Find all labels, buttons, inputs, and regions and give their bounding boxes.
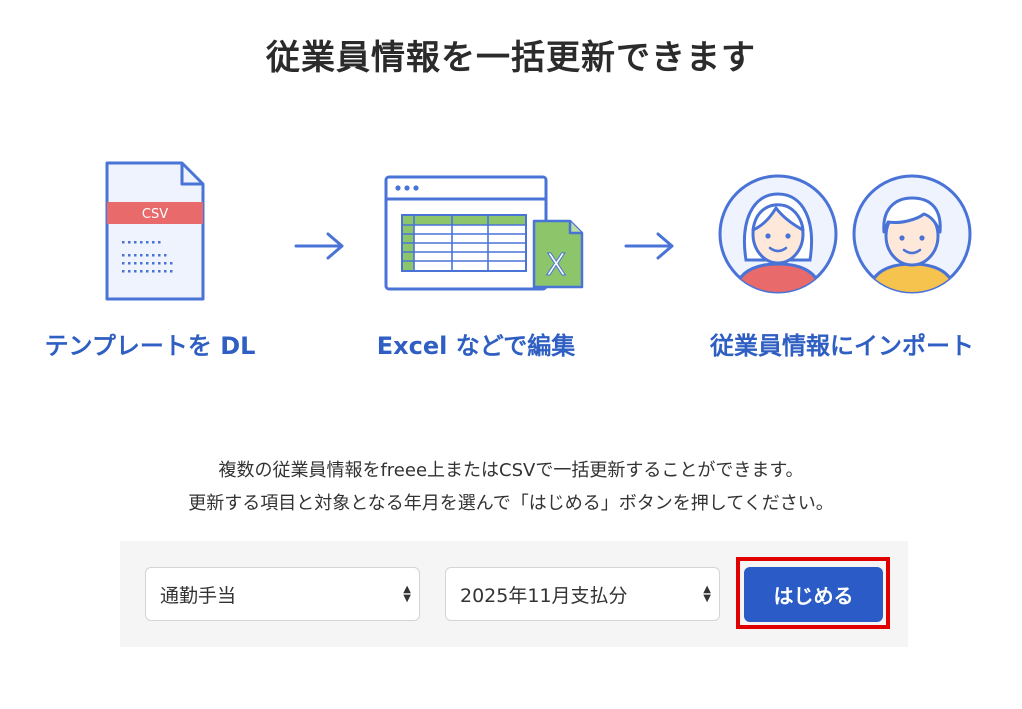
step-label-download: テンプレートを DL [44, 332, 256, 360]
item-select[interactable]: 通勤手当 ▲ ▼ [145, 567, 420, 621]
start-button[interactable]: はじめる [744, 567, 883, 622]
arrow-right-icon [624, 232, 674, 260]
step-label-import: 従業員情報にインポート [710, 332, 974, 360]
page-title: 従業員情報を一括更新できます [266, 38, 756, 78]
arrow-right-icon [294, 232, 344, 260]
period-select-value: 2025年11月支払分 [460, 584, 628, 607]
csv-file-icon: CSV [105, 161, 205, 301]
step-label-edit: Excel などで編集 [376, 332, 576, 360]
item-select-value: 通勤手当 [160, 584, 237, 607]
male-employee-avatar-icon [852, 174, 972, 294]
description-line-2: 更新する項目と対象となる年月を選んで「はじめる」ボタンを押してください。 [188, 493, 834, 514]
excel-x-letter: X [546, 248, 567, 283]
excel-window-icon: X [384, 175, 584, 291]
select-caret-icon: ▲ ▼ [403, 584, 411, 604]
period-select[interactable]: 2025年11月支払分 ▲ ▼ [445, 567, 720, 621]
description-line-1: 複数の従業員情報をfreee上またはCSVで一括更新することができます。 [218, 460, 804, 481]
select-caret-icon: ▲ ▼ [703, 584, 711, 604]
csv-badge-text: CSV [142, 207, 168, 222]
female-employee-avatar-icon [718, 174, 838, 294]
